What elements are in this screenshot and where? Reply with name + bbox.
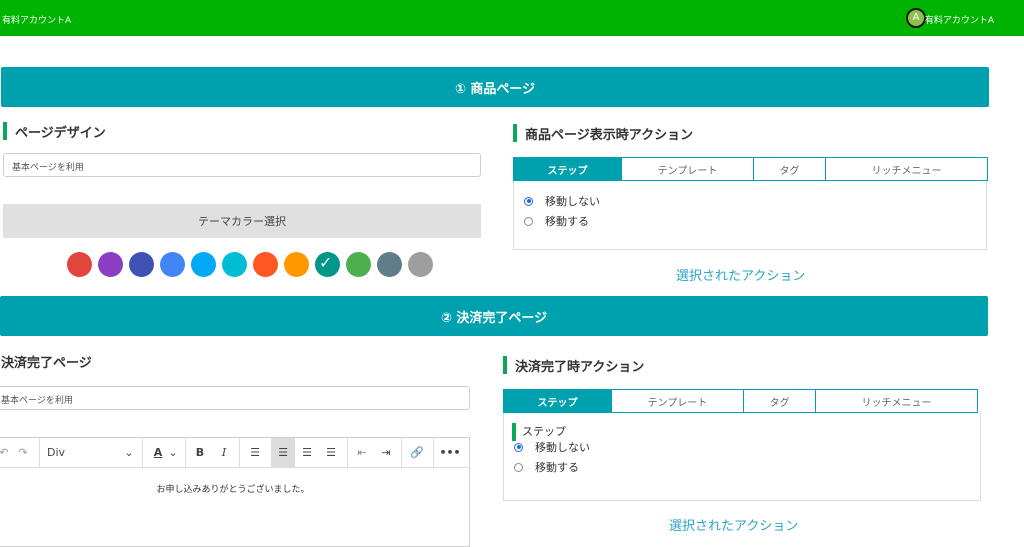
color-swatch[interactable] — [67, 252, 92, 277]
tab-2[interactable]: タグ — [754, 157, 826, 181]
align-right-icon[interactable]: ☰ — [299, 438, 315, 467]
editor-content[interactable]: お申し込みありがとうございました。 — [0, 468, 469, 495]
tab-2[interactable]: タグ — [744, 389, 816, 413]
heading-label: 商品ページ表示時アクション — [525, 128, 694, 143]
check-icon: ✓ — [319, 253, 333, 272]
color-swatch[interactable] — [222, 252, 247, 277]
page-design-heading: ページデザイン — [3, 122, 106, 141]
top-bar: 有料アカウントA A 有料アカウントA — [0, 0, 1024, 36]
heading-label: 決済完了時アクション — [515, 360, 645, 375]
color-swatch[interactable] — [98, 252, 123, 277]
color-swatch[interactable] — [253, 252, 278, 277]
radio-button[interactable] — [514, 442, 523, 452]
tab-0[interactable]: ステップ — [503, 389, 612, 413]
radio-option[interactable]: 移動しない — [514, 437, 980, 457]
color-swatches: ✓ — [67, 252, 433, 277]
tab-3[interactable]: リッチメニュー — [826, 157, 988, 181]
color-swatch[interactable] — [160, 252, 185, 277]
link-icon[interactable]: 🔗 — [409, 438, 425, 467]
subheading-label: ステップ — [522, 425, 566, 438]
heading-label: 決済完了ページ — [1, 356, 92, 371]
rich-text-editor[interactable]: ↶ ↷ Div ⌄ A ⌄ B I ☰ ☰ ☰ ☰ ⇤ ⇥ 🔗 ••• お申し込… — [0, 437, 470, 547]
color-swatch[interactable]: ✓ — [315, 252, 340, 277]
section-title: ② 決済完了ページ — [440, 310, 548, 326]
radio-option[interactable]: 移動する — [524, 211, 986, 231]
payment-page-field[interactable]: 基本ページを利用 — [0, 386, 470, 410]
editor-toolbar: ↶ ↷ Div ⌄ A ⌄ B I ☰ ☰ ☰ ☰ ⇤ ⇥ 🔗 ••• — [0, 438, 469, 468]
action-tabs: ステップ テンプレート タグ リッチメニュー — [503, 389, 978, 413]
color-swatch[interactable] — [191, 252, 216, 277]
tab-1[interactable]: テンプレート — [612, 389, 744, 413]
redo-icon[interactable]: ↷ — [15, 438, 31, 467]
radio-label: 移動する — [535, 461, 579, 474]
tab-1[interactable]: テンプレート — [622, 157, 754, 181]
color-swatch[interactable] — [346, 252, 371, 277]
action-tab-panel: 移動しない 移動する — [513, 181, 987, 250]
outdent-icon[interactable]: ⇤ — [355, 438, 369, 467]
selected-action-label[interactable]: 選択されたアクション — [676, 265, 805, 284]
heading-label: ページデザイン — [15, 126, 106, 141]
radio-label: 移動する — [545, 215, 589, 228]
align-left-icon[interactable]: ☰ — [247, 438, 263, 467]
align-center-icon[interactable]: ☰ — [271, 438, 295, 467]
page-design-field[interactable]: 基本ページを利用 — [3, 153, 481, 177]
radio-option[interactable]: 移動する — [514, 457, 980, 477]
italic-icon[interactable]: I — [217, 438, 231, 467]
avatar[interactable]: A — [906, 8, 926, 28]
more-icon[interactable]: ••• — [439, 438, 460, 467]
radio-label: 移動しない — [545, 195, 600, 208]
account-name-left: 有料アカウントA — [2, 16, 72, 26]
radio-option[interactable]: 移動しない — [524, 191, 986, 211]
action-tabs: ステップ テンプレート タグ リッチメニュー — [513, 157, 988, 181]
selected-action-label[interactable]: 選択されたアクション — [669, 515, 798, 534]
section-title: ① 商品ページ — [454, 81, 536, 97]
chevron-down-icon[interactable]: ⌄ — [167, 438, 179, 467]
color-swatch[interactable] — [377, 252, 402, 277]
indent-icon[interactable]: ⇥ — [379, 438, 393, 467]
color-swatch[interactable] — [284, 252, 309, 277]
radio-button[interactable] — [524, 196, 533, 206]
payment-action-heading: 決済完了時アクション — [503, 356, 645, 375]
tab-0[interactable]: ステップ — [513, 157, 622, 181]
bold-icon[interactable]: B — [193, 438, 207, 467]
radio-button[interactable] — [524, 216, 533, 226]
action-tab-panel: ステップ 移動しない移動する — [503, 413, 981, 501]
product-action-heading: 商品ページ表示時アクション — [513, 124, 694, 143]
tab-3[interactable]: リッチメニュー — [816, 389, 978, 413]
radio-button[interactable] — [514, 462, 523, 472]
chevron-down-icon[interactable]: ⌄ — [123, 438, 135, 467]
account-name-right[interactable]: 有料アカウントA — [925, 13, 994, 26]
theme-color-label: テーマカラー選択 — [3, 204, 481, 238]
theme-color-panel: テーマカラー選択 ✓ — [3, 204, 481, 280]
color-swatch[interactable] — [129, 252, 154, 277]
section-payment-complete-bar: ② 決済完了ページ — [0, 296, 988, 336]
radio-label: 移動しない — [535, 441, 590, 454]
undo-icon[interactable]: ↶ — [0, 438, 11, 467]
payment-page-heading: 決済完了ページ — [0, 352, 92, 371]
block-format-select[interactable]: Div — [47, 438, 67, 467]
step-subheading: ステップ — [512, 423, 978, 441]
color-swatch[interactable] — [408, 252, 433, 277]
section-product-page-bar: ① 商品ページ — [1, 67, 989, 107]
align-justify-icon[interactable]: ☰ — [323, 438, 339, 467]
font-color-icon[interactable]: A — [151, 438, 165, 467]
